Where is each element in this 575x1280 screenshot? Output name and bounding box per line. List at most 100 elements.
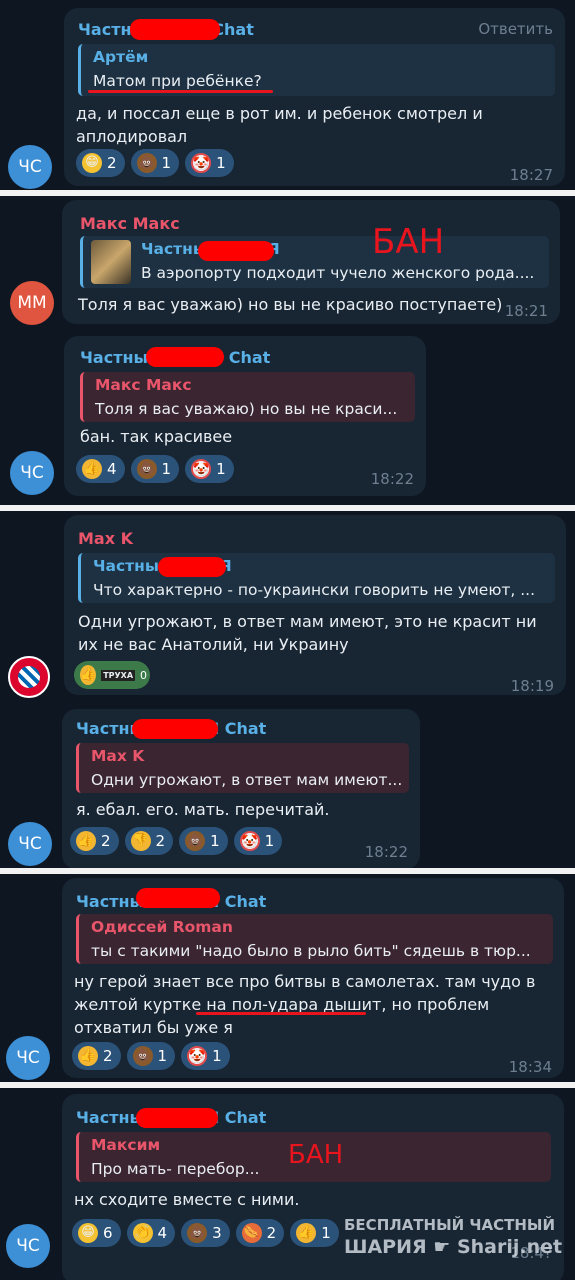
message-text: Толя я вас уважаю) но вы не красиво пост… — [78, 295, 503, 314]
underline-mark — [196, 1012, 366, 1015]
screenshot-3: Max K Частны ШАРИЯ Что характерно - по-у… — [0, 511, 575, 868]
reactions-bar: 👍 2 💩 1 🤡 1 — [72, 1042, 230, 1070]
message-time: 18:21 — [504, 302, 548, 320]
quote-author: Одиссей Roman — [91, 918, 233, 936]
screenshot-2: ММ Макс Макс Частны ШАРИЯ В аэропорту по… — [0, 196, 575, 505]
message-bubble[interactable]: Частны ШАРИЯ Chat Одиссей Roman ты с так… — [62, 878, 564, 1078]
poo-emoji-icon: 💩 — [132, 1046, 153, 1066]
avatar[interactable]: ЧС — [8, 145, 52, 189]
thumbs-up-emoji-icon: 👍 — [82, 459, 102, 479]
clown-emoji-icon: 🤡 — [191, 153, 212, 173]
reaction-pill[interactable]: 💩 1 — [130, 455, 180, 483]
reaction-pill[interactable]: 👎 2 — [124, 827, 174, 855]
reply-quote[interactable]: Одиссей Roman ты с такими "надо было в р… — [76, 914, 553, 964]
ban-annotation: БАН — [372, 222, 445, 262]
message-time: 18:34 — [508, 1058, 552, 1076]
message-bubble[interactable]: Частны ШАРИЯ Chat Max K Одни угрожают, в… — [62, 709, 420, 868]
thumbs-up-emoji-icon: 👍 — [78, 1046, 98, 1066]
avatar[interactable]: ЧС — [6, 1224, 50, 1268]
watermark: БЕСПЛАТНЫЙ ЧАСТНЫЙ ШАРИЯ ☛ Sharij.net — [344, 1216, 563, 1258]
clown-emoji-icon: 🤡 — [191, 459, 212, 479]
message-bubble[interactable]: Max K Частны ШАРИЯ Что характерно - по-у… — [64, 515, 566, 695]
reaction-pill[interactable]: 🤡 1 — [185, 149, 234, 177]
reaction-pill[interactable]: 👍 4 — [76, 455, 125, 483]
reaction-pill[interactable]: 👍 ТРУХА 0 — [74, 661, 150, 689]
reaction-pill[interactable]: 🤡 1 — [185, 455, 234, 483]
message-text: ну герой знает все про битвы в самолетах… — [74, 972, 536, 1037]
message-bubble[interactable]: Частны ШАРИЯ Chat Макс Макс Толя я вас у… — [64, 336, 426, 496]
team-crest-avatar[interactable] — [8, 656, 50, 698]
message-text: бан. так красивее — [80, 427, 233, 446]
crest-center — [18, 666, 40, 688]
clap-emoji-icon: 👏 — [132, 1223, 153, 1243]
screenshot-5: ЧС Частны ШАРИЯ Chat Максим Про мать- пе… — [0, 1088, 575, 1280]
reaction-pill[interactable]: 👍 1 — [290, 1219, 339, 1247]
avatar[interactable]: ММ — [10, 281, 54, 325]
grin-emoji-icon: 😁 — [78, 1223, 98, 1243]
underline-mark — [88, 90, 273, 93]
message-bubble[interactable]: Макс Макс Частны ШАРИЯ В аэропорту подхо… — [62, 200, 560, 324]
reaction-pill[interactable]: 👍 2 — [72, 1042, 121, 1070]
screenshot-1: ЧС Частн ШАРИЯ Chat Ответить Артём Матом… — [0, 0, 575, 190]
sender-name: Max K — [78, 529, 134, 548]
reaction-pill[interactable]: 💩 3 — [181, 1219, 230, 1247]
reply-quote[interactable]: Частны ШАРИЯ В аэропорту подходит чучело… — [80, 236, 549, 288]
message-time: 18:22 — [364, 843, 408, 861]
screenshot-4: ЧС Частны ШАРИЯ Chat Одиссей Roman ты с … — [0, 874, 575, 1082]
quote-text: Матом при ребёнке? — [93, 72, 262, 90]
reactions-bar: 😁 6 👏 4 💩 3 🌭 2 👍 1 — [72, 1219, 339, 1247]
quote-author: Максим — [91, 1136, 161, 1154]
redaction-mark — [136, 1108, 218, 1128]
reaction-pill[interactable]: 👍 2 — [70, 827, 119, 855]
reply-button[interactable]: Ответить — [478, 20, 553, 38]
clown-emoji-icon: 🤡 — [239, 831, 260, 851]
reaction-pill[interactable]: 😁 6 — [72, 1219, 121, 1247]
quote-text: В аэропорту подходит чучело женского род… — [141, 264, 535, 282]
reaction-pill[interactable]: 💩 1 — [130, 149, 180, 177]
reaction-pill[interactable]: 👏 4 — [126, 1219, 176, 1247]
redaction-mark — [130, 19, 220, 40]
avatar[interactable]: ЧС — [6, 1036, 50, 1080]
clown-emoji-icon: 🤡 — [187, 1046, 208, 1066]
quote-author: Max K — [91, 747, 145, 765]
pointing-hand-icon: ☛ — [433, 1236, 451, 1258]
avatar[interactable]: ЧС — [8, 822, 52, 866]
thumbs-up-emoji-icon: 👍 — [296, 1223, 317, 1243]
message-text: да, и поссал еще в рот им. и ребенок смо… — [76, 104, 483, 146]
thumbs-up-emoji-icon: 👍 — [76, 831, 96, 851]
quote-text: Что характерно - по-украински говорить н… — [93, 581, 536, 599]
reply-quote[interactable]: Max K Одни угрожают, в ответ мам имеют..… — [76, 743, 409, 793]
thumbs-up-emoji-icon: 👍 — [80, 665, 97, 685]
poo-emoji-icon: 💩 — [136, 153, 157, 173]
avatar[interactable]: ЧС — [10, 451, 54, 495]
reactions-bar: 👍 2 👎 2 💩 1 🤡 1 — [70, 827, 283, 855]
ban-annotation: БАН — [288, 1140, 344, 1170]
reply-quote[interactable]: Артём Матом при ребёнке? — [78, 44, 555, 96]
sender-name: Макс Макс — [80, 214, 180, 233]
quote-thumbnail — [91, 240, 131, 284]
thumbs-down-emoji-icon: 👎 — [130, 831, 151, 851]
reply-quote[interactable]: Макс Макс Толя я вас уважаю) но вы не кр… — [80, 372, 415, 422]
sticker-tag: ТРУХА — [101, 669, 136, 681]
message-time: 18:19 — [510, 677, 554, 695]
quote-text: ты с такими "надо было в рыло бить" сяде… — [91, 942, 531, 960]
poo-emoji-icon: 💩 — [187, 1223, 208, 1243]
quote-text: Одни угрожают, в ответ мам имеют... — [91, 771, 403, 789]
reaction-pill[interactable]: 🤡 1 — [233, 827, 283, 855]
redaction-mark — [146, 347, 224, 367]
quote-text: Про мать- перебор... — [91, 1160, 260, 1178]
quote-author: Артём — [93, 48, 149, 66]
grin-emoji-icon: 😁 — [82, 153, 102, 173]
message-time: 18:27 — [509, 166, 553, 184]
message-text: я. ебал. его. мать. перечитай. — [76, 800, 330, 819]
reaction-pill[interactable]: 😁 2 — [76, 149, 125, 177]
message-text: Одни угрожают, в ответ мам имеют, это не… — [78, 612, 537, 654]
poo-emoji-icon: 💩 — [185, 831, 206, 851]
reaction-pill[interactable]: 🌭 2 — [235, 1219, 285, 1247]
reaction-pill[interactable]: 💩 1 — [126, 1042, 176, 1070]
reaction-pill[interactable]: 🤡 1 — [181, 1042, 230, 1070]
reactions-bar: 👍 4 💩 1 🤡 1 — [76, 455, 234, 483]
quote-text: Толя я вас уважаю) но вы не краси... — [95, 400, 398, 418]
reply-quote[interactable]: Частны ШАРИЯ Что характерно - по-украинс… — [78, 553, 555, 603]
reaction-pill[interactable]: 💩 1 — [179, 827, 228, 855]
